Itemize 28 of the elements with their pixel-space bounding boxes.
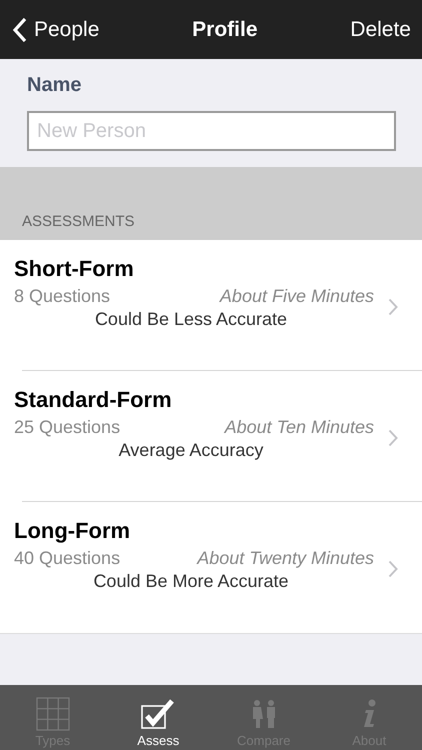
checkbox-icon — [141, 698, 176, 730]
grid-icon — [36, 697, 70, 731]
assessment-row[interactable]: Short-Form 8 Questions About Five Minutes Could Be Less Accurate — [0, 240, 422, 371]
section-header: ASSESSMENTS — [22, 213, 135, 230]
back-button[interactable]: People — [12, 16, 100, 42]
question-count: 8 Questions — [14, 286, 110, 307]
question-count: 25 Questions — [14, 417, 120, 438]
info-icon — [361, 699, 378, 729]
assessment-row[interactable]: Long-Form 40 Questions About Twenty Minutes Could Be More Accurate — [0, 502, 422, 633]
tab-button[interactable]: Assess — [106, 685, 211, 750]
assessment-title: Standard-Form — [14, 387, 173, 413]
assessment-title: Long-Form — [14, 518, 132, 544]
duration-text: About Ten Minutes — [224, 417, 374, 438]
screen-title: Profile — [192, 18, 258, 42]
question-count: 40 Questions — [14, 548, 120, 569]
back-chevron-icon — [12, 16, 28, 42]
chevron-icon — [388, 560, 398, 578]
chevron-icon — [388, 298, 398, 316]
duration-text: About Twenty Minutes — [197, 548, 374, 569]
assessment-row[interactable]: Standard-Form 25 Questions About Ten Minutes Average Accuracy — [0, 371, 422, 502]
delete-button[interactable]: Delete — [350, 18, 411, 42]
assessment-title: Short-Form — [14, 256, 135, 282]
name-label: Name — [27, 74, 82, 97]
chevron-icon — [388, 429, 398, 447]
duration-text: About Five Minutes — [220, 286, 374, 307]
accuracy-text: Could Be More Accurate — [92, 571, 290, 592]
accuracy-text: Average Accuracy — [118, 440, 264, 461]
accuracy-text: Could Be Less Accurate — [94, 309, 288, 330]
